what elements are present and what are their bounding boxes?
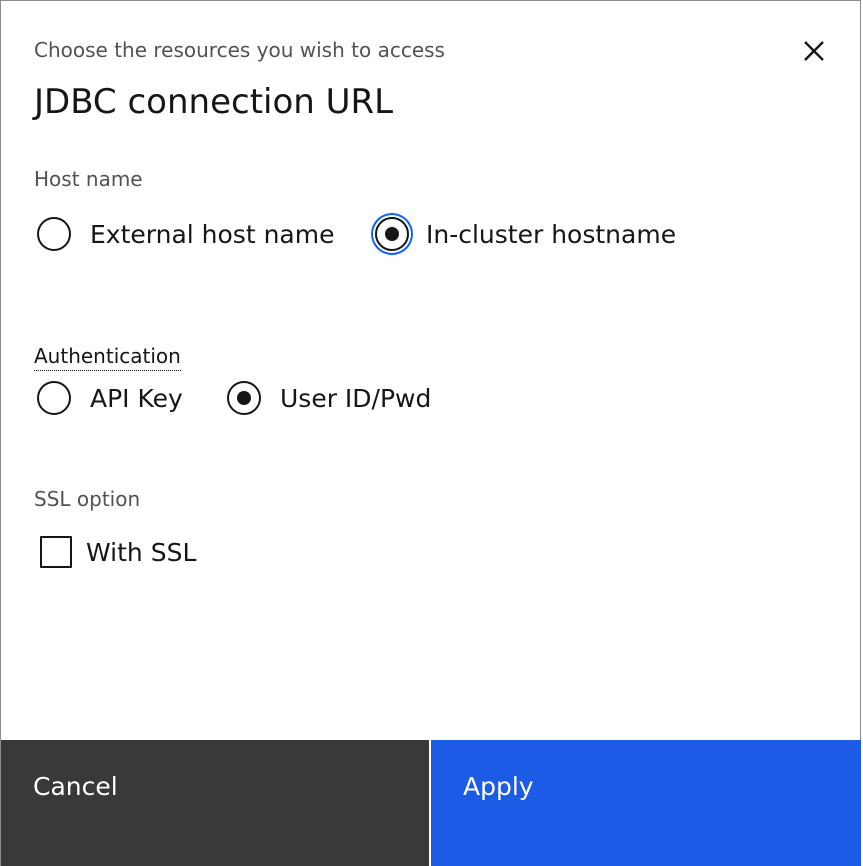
radio-in-cluster-hostname[interactable]: In-cluster hostname <box>375 214 676 254</box>
authentication-label[interactable]: Authentication <box>34 344 181 371</box>
radio-label: In-cluster hostname <box>426 219 677 249</box>
radio-circle-selected <box>227 381 261 415</box>
radio-user-id-pwd[interactable]: User ID/Pwd <box>227 378 431 418</box>
host-name-label: Host name <box>34 167 143 191</box>
jdbc-modal: Choose the resources you wish to access … <box>0 0 861 866</box>
apply-button-label: Apply <box>463 772 534 801</box>
radio-circle <box>37 217 71 251</box>
ssl-option-label: SSL option <box>34 487 141 511</box>
checkbox-box <box>40 536 72 568</box>
modal-subtitle: Choose the resources you wish to access <box>34 38 445 62</box>
radio-circle <box>37 381 71 415</box>
radio-circle-selected <box>375 217 409 251</box>
radio-dot <box>237 391 251 405</box>
radio-dot <box>385 227 399 241</box>
apply-button[interactable]: Apply <box>431 740 861 866</box>
checkbox-label: With SSL <box>86 537 197 567</box>
radio-label: User ID/Pwd <box>280 383 432 413</box>
radio-api-key[interactable]: API Key <box>37 378 183 418</box>
radio-external-host-name[interactable]: External host name <box>37 214 334 254</box>
close-button[interactable] <box>794 31 834 71</box>
cancel-button[interactable]: Cancel <box>1 740 429 866</box>
cancel-button-label: Cancel <box>33 772 118 801</box>
radio-label: API Key <box>90 383 183 413</box>
checkbox-with-ssl[interactable]: With SSL <box>40 532 196 572</box>
modal-title: JDBC connection URL <box>34 82 394 122</box>
radio-label: External host name <box>90 219 335 249</box>
close-icon <box>804 41 824 61</box>
